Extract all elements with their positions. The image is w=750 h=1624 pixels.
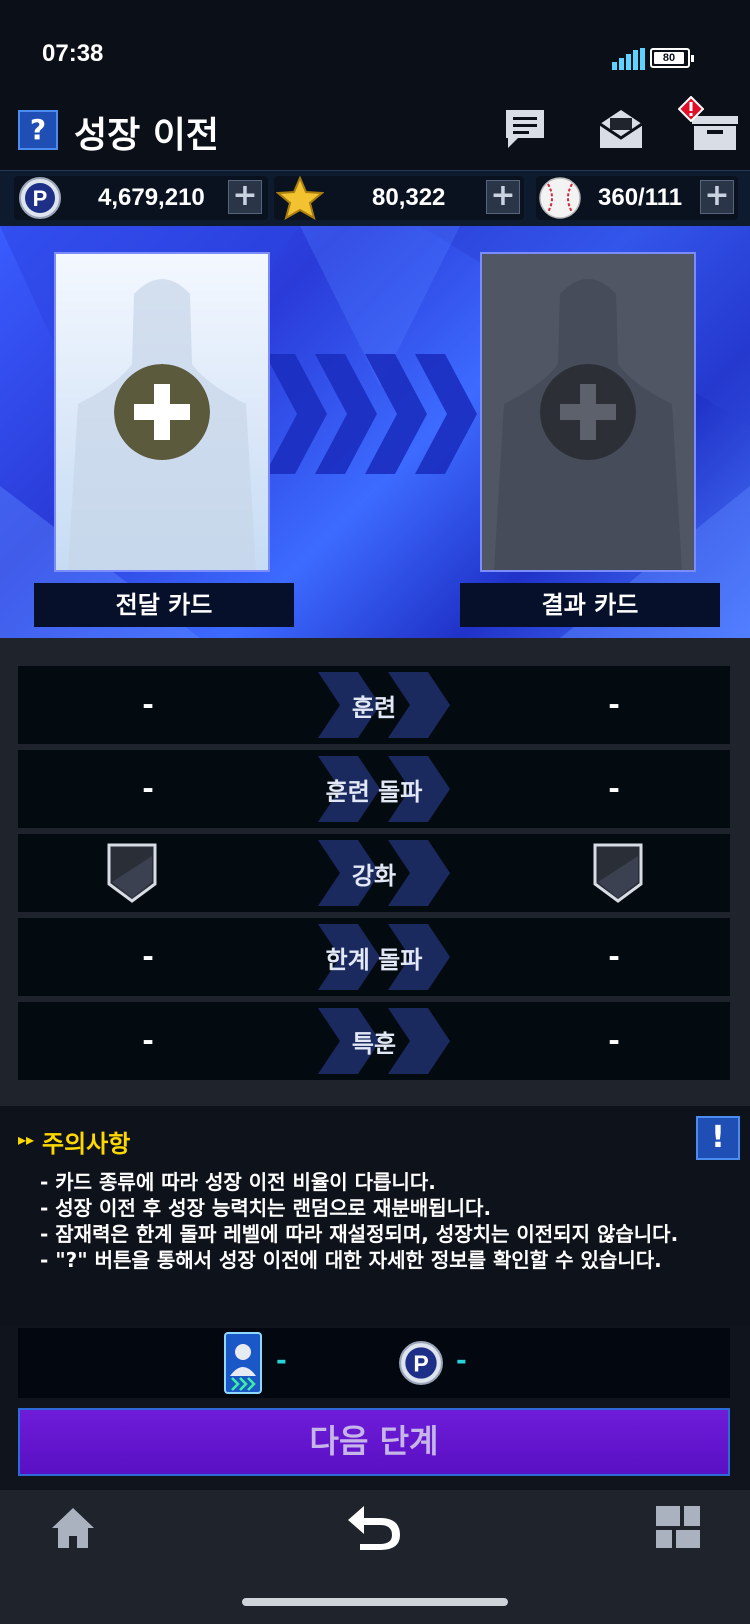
chat-icon[interactable] bbox=[500, 104, 550, 154]
notice-line: - 성장 이전 후 성장 능력치는 랜덤으로 재분배됩니다. bbox=[40, 1196, 492, 1220]
notice-title: 주의사항 bbox=[42, 1130, 131, 1158]
battery-level: 80 bbox=[654, 52, 684, 64]
add-baseball-button[interactable]: + bbox=[700, 180, 734, 214]
baseball-value: 360/111 bbox=[598, 184, 683, 211]
next-step-button[interactable]: 다음 단계 bbox=[18, 1408, 730, 1476]
back-arrow-icon[interactable] bbox=[344, 1502, 402, 1552]
stars-currency: 80,322 + bbox=[274, 176, 524, 220]
notice-arrow-icon: ▸▸ bbox=[18, 1130, 35, 1149]
stat-label: 강화 bbox=[351, 862, 397, 890]
cost-bar bbox=[18, 1328, 730, 1398]
home-indicator bbox=[242, 1598, 508, 1606]
stat-right-value: - bbox=[608, 1024, 620, 1057]
grid-menu-icon[interactable] bbox=[656, 1506, 700, 1548]
stat-left-value: - bbox=[142, 772, 154, 805]
points-coin-icon: P bbox=[399, 1341, 443, 1385]
stat-label: 훈련 돌파 bbox=[325, 778, 423, 806]
stars-value: 80,322 bbox=[372, 184, 446, 211]
stat-right-value: - bbox=[608, 772, 620, 805]
battery-icon: 80 bbox=[650, 48, 694, 68]
alert-icon bbox=[678, 96, 704, 122]
result-card-slot bbox=[480, 252, 696, 572]
stat-row-enhance: 강화 bbox=[18, 834, 730, 912]
stat-left-value: - bbox=[142, 1024, 154, 1057]
star-icon bbox=[276, 176, 324, 220]
stat-left-value: - bbox=[142, 688, 154, 721]
stat-row-training-breakthrough: - 훈련 돌파 - bbox=[18, 750, 730, 828]
stat-right-value: - bbox=[608, 940, 620, 973]
add-card-icon bbox=[540, 364, 636, 460]
add-points-button[interactable]: + bbox=[228, 180, 262, 214]
points-value: 4,679,210 bbox=[98, 184, 205, 211]
stat-label: 특훈 bbox=[351, 1030, 397, 1058]
stat-label: 한계 돌파 bbox=[325, 946, 423, 974]
svg-text:P: P bbox=[33, 186, 48, 211]
transfer-arrows-icon bbox=[265, 354, 477, 474]
svg-text:P: P bbox=[413, 1350, 428, 1376]
source-card-slot[interactable] bbox=[54, 252, 270, 572]
points-cost-value: - bbox=[456, 1346, 467, 1376]
mail-icon[interactable] bbox=[596, 104, 646, 154]
help-button[interactable]: ? bbox=[18, 110, 58, 150]
notice-info-button[interactable]: ! bbox=[696, 1116, 740, 1160]
page-title: 성장 이전 bbox=[74, 115, 220, 156]
baseball-currency: 360/111 + bbox=[536, 176, 738, 220]
player-card-icon bbox=[224, 1332, 262, 1394]
stat-row-special-training: - 특훈 - bbox=[18, 1002, 730, 1080]
points-coin-icon: P bbox=[19, 177, 61, 219]
stat-row-limit-breakthrough: - 한계 돌파 - bbox=[18, 918, 730, 996]
enhance-shield-icon bbox=[107, 843, 157, 903]
stat-label: 훈련 bbox=[351, 694, 397, 722]
status-time: 07:38 bbox=[42, 40, 104, 67]
notice-line: - "?" 버튼을 통해서 성장 이전에 대한 자세한 정보를 확인할 수 있습… bbox=[40, 1248, 662, 1272]
card-cost-value: - bbox=[276, 1346, 287, 1376]
points-currency: P 4,679,210 + bbox=[14, 176, 268, 220]
enhance-shield-icon bbox=[593, 843, 643, 903]
source-card-label: 전달 카드 bbox=[34, 583, 294, 627]
result-card-label: 결과 카드 bbox=[460, 583, 720, 627]
stat-row-training: - 훈련 - bbox=[18, 666, 730, 744]
notice-line: - 잠재력은 한계 돌파 레벨에 따라 재설정되며, 성장치는 이전되지 않습니… bbox=[40, 1222, 679, 1246]
add-card-icon[interactable] bbox=[114, 364, 210, 460]
baseball-icon bbox=[539, 177, 581, 219]
signal-icon bbox=[612, 48, 645, 70]
add-stars-button[interactable]: + bbox=[486, 180, 520, 214]
stat-left-value: - bbox=[142, 940, 154, 973]
stat-right-value: - bbox=[608, 688, 620, 721]
notice-line: - 카드 종류에 따라 성장 이전 비율이 다릅니다. bbox=[40, 1170, 436, 1194]
home-icon[interactable] bbox=[50, 1506, 96, 1550]
